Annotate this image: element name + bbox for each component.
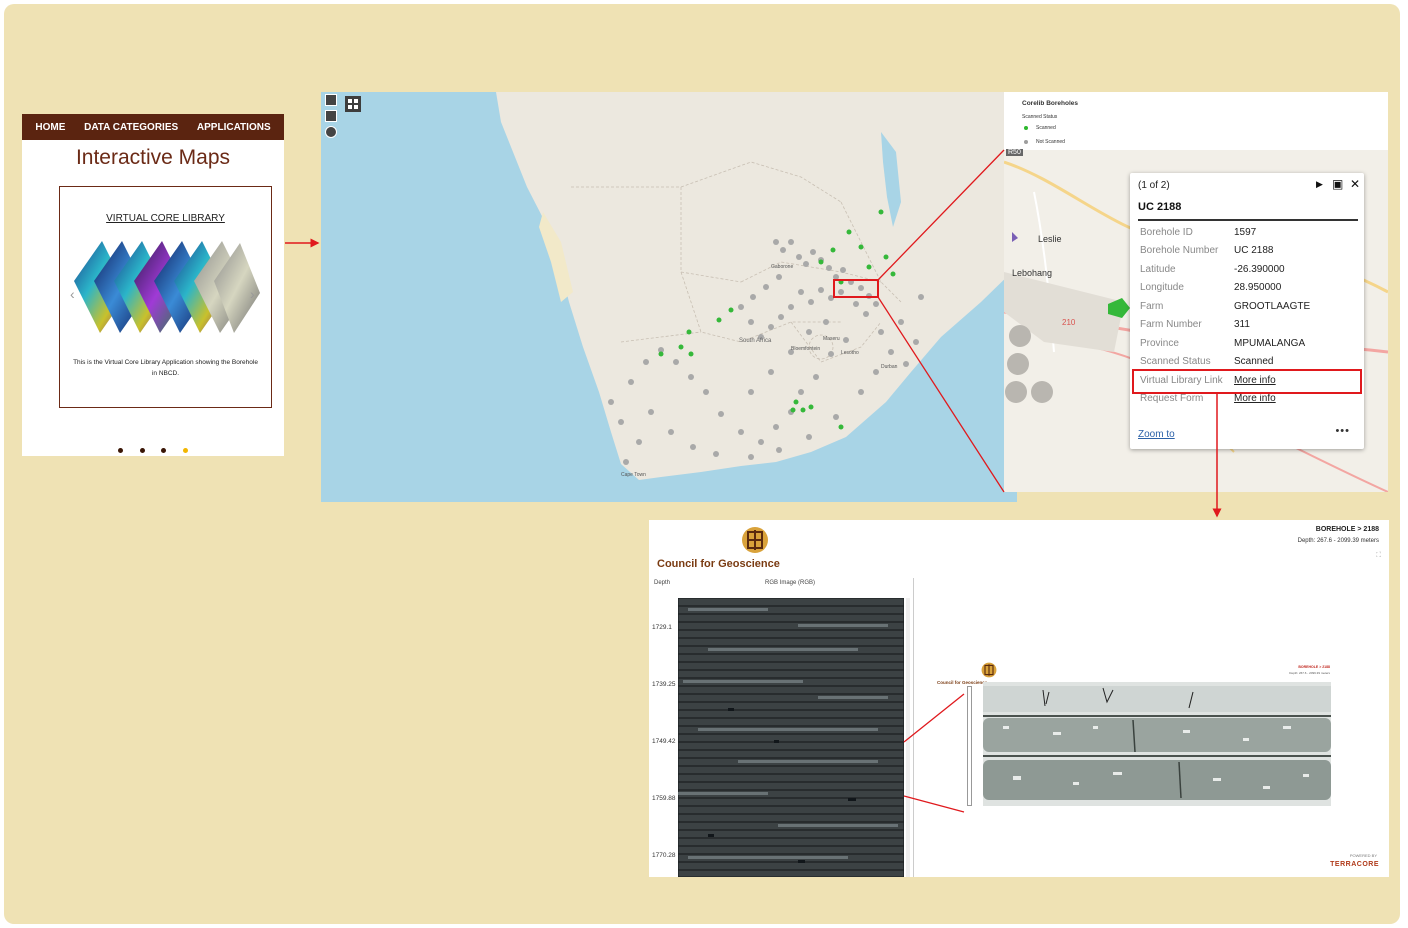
field-scanned-status: Scanned Status Scanned — [1140, 356, 1274, 367]
maximize-icon[interactable]: ▣ — [1332, 177, 1343, 191]
cgs-logo-icon — [742, 527, 768, 553]
expand-icon[interactable]: ⛶ — [1376, 552, 1381, 560]
map-legend: Corelib Boreholes Scanned Status Scanned… — [1004, 92, 1388, 150]
map-canvas[interactable]: South Africa Bloemfontein Cape Town Durb… — [321, 92, 1017, 502]
field-latitude: Latitude -26.390000 — [1140, 264, 1285, 275]
carousel-card[interactable]: VIRTUAL CORE LIBRARY This is the Virtual… — [59, 186, 272, 408]
nav-applications[interactable]: APPLICATIONS — [197, 122, 271, 133]
zoomed-core-image[interactable] — [983, 682, 1331, 806]
powered-by-label: POWERED BY — [1349, 853, 1377, 858]
road-label-r50: R50 — [1006, 149, 1023, 156]
grid-icon[interactable] — [345, 96, 361, 112]
field-borehole-number: Borehole Number UC 2188 — [1140, 245, 1274, 256]
feature-popup[interactable]: (1 of 2) ▶ ▣ ✕ UC 2188 Borehole ID 1597 B… — [1130, 173, 1364, 449]
core-image-strip[interactable] — [678, 598, 904, 877]
field-request-form: Request Form More info — [1140, 393, 1276, 404]
chevron-right-icon[interactable]: › — [250, 286, 255, 302]
legend-subtitle: Scanned Status — [1022, 114, 1058, 120]
legend-item-not-scanned: Not Scanned — [1024, 139, 1065, 145]
card-title[interactable]: VIRTUAL CORE LIBRARY — [60, 213, 271, 224]
column-header-image: RGB Image (RGB) — [765, 580, 816, 586]
core-viewer-panel: Council for Geoscience BOREHOLE > 2188 D… — [649, 520, 1389, 877]
depth-tick-label: 1770.28 — [652, 852, 676, 859]
depth-tick-label: 1739.25 — [652, 681, 676, 688]
panel-divider — [913, 578, 914, 877]
popup-zoom-panel[interactable]: Corelib Boreholes Scanned Status Scanned… — [1004, 92, 1388, 492]
carousel-dots — [22, 440, 284, 458]
popup-counter: (1 of 2) — [1138, 180, 1170, 191]
depth-range: Depth: 267.6 - 2099.39 meters — [1297, 538, 1379, 544]
zoom-out-icon[interactable] — [325, 94, 337, 106]
town-label-leslie: Leslie — [1038, 234, 1062, 244]
org-name: Council for Geoscience — [657, 558, 780, 570]
map-label-lesotho: Lesotho — [841, 350, 859, 356]
core-strip-thumbs — [74, 241, 260, 333]
field-longitude: Longitude 28.950000 — [1140, 282, 1282, 293]
mini-breadcrumb: BOREHOLE > 2188 — [1298, 665, 1330, 669]
depth-tick-label: 1759.88 — [652, 795, 676, 802]
carousel-dot[interactable] — [139, 448, 145, 453]
core-scrollbar[interactable] — [906, 598, 910, 877]
zoom-to-link[interactable]: Zoom to — [1138, 429, 1175, 440]
breadcrumb[interactable]: BOREHOLE > 2188 — [1316, 526, 1379, 533]
depth-tick-label: 1729.1 — [652, 624, 672, 631]
map-label-gaborone: Gaborone — [771, 264, 793, 270]
map-label-cape-town: Cape Town — [621, 472, 646, 478]
next-feature-icon[interactable]: ▶ — [1316, 179, 1323, 190]
map-panel[interactable]: South Africa Bloemfontein Cape Town Durb… — [321, 92, 1017, 502]
road-label-210: 210 — [1062, 318, 1076, 327]
legend-item-scanned: Scanned — [1024, 125, 1056, 131]
field-province: Province MPUMALANGA — [1140, 338, 1306, 349]
highlight-virtual-library-link — [1132, 369, 1362, 394]
locate-icon[interactable] — [325, 126, 337, 138]
carousel-dot[interactable] — [161, 448, 167, 453]
card-description: This is the Virtual Core Library Applica… — [73, 359, 258, 377]
mini-org-name: Council for Geoscience — [937, 680, 988, 685]
map-label-durban: Durban — [881, 364, 898, 370]
carousel-dot[interactable] — [118, 448, 124, 453]
carousel-dot-active[interactable] — [182, 448, 188, 453]
popup-title: UC 2188 — [1138, 201, 1182, 213]
legend-title: Corelib Boreholes — [1022, 100, 1078, 107]
cgs-logo-icon — [981, 662, 997, 678]
map-label-south-africa: South Africa — [739, 338, 772, 344]
depth-tick-label: 1749.42 — [652, 738, 676, 745]
more-options-icon[interactable]: ••• — [1335, 425, 1350, 437]
home-icon[interactable] — [325, 110, 337, 122]
column-header-depth: Depth — [654, 580, 671, 586]
nav-home[interactable]: HOME — [35, 122, 65, 133]
map-label-bloemfontein: Bloemfontein — [791, 346, 820, 352]
close-icon[interactable]: ✕ — [1350, 177, 1360, 191]
chevron-left-icon[interactable]: ‹ — [70, 286, 75, 302]
top-nav: HOME DATA CATEGORIES APPLICATIONS — [22, 114, 284, 140]
field-borehole-id: Borehole ID 1597 — [1140, 227, 1257, 238]
request-form-more-info-link[interactable]: More info — [1234, 393, 1276, 404]
website-panel: HOME DATA CATEGORIES APPLICATIONS Intera… — [22, 114, 284, 456]
page-title: Interactive Maps — [75, 146, 231, 169]
mini-depth-scale — [967, 686, 972, 806]
field-farm-number: Farm Number 311 — [1140, 319, 1250, 330]
popup-divider — [1138, 219, 1358, 221]
core-imagery-thumbnail — [74, 241, 260, 333]
terracore-logo: TERRACORE — [1330, 861, 1379, 868]
nav-data-categories[interactable]: DATA CATEGORIES — [84, 122, 178, 133]
zoomed-core-view: Council for Geoscience BOREHOLE > 2188 D… — [936, 656, 1386, 816]
town-label-lebohang: Lebohang — [1012, 268, 1053, 278]
mini-depth-range: Depth: 267.6 - 2099.39 meters — [1289, 671, 1330, 675]
map-label-maseru: Maseru — [823, 336, 840, 342]
field-farm: Farm GROOTLAAGTE — [1140, 301, 1311, 312]
